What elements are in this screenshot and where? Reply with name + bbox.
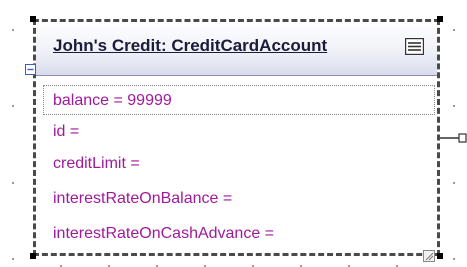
resize-grip-icon[interactable]: [423, 250, 435, 262]
selected-slot-outline: [43, 85, 435, 115]
slot-id[interactable]: id =: [53, 123, 79, 141]
slot-interest-rate-on-cash-advance[interactable]: interestRateOnCashAdvance =: [53, 225, 274, 243]
diagram-canvas: John's Credit: CreditCardAccount balance…: [0, 0, 467, 267]
connector-port-icon[interactable]: [440, 133, 467, 145]
slot-credit-limit[interactable]: creditLimit =: [53, 155, 140, 173]
selection-handle-bottom-left[interactable]: [30, 253, 36, 259]
selection-handle-top-right[interactable]: [437, 16, 443, 22]
object-header[interactable]: John's Credit: CreditCardAccount: [36, 22, 437, 76]
menu-lines-icon[interactable]: [405, 38, 424, 55]
slot-interest-rate-on-balance[interactable]: interestRateOnBalance =: [53, 190, 232, 208]
collapse-minus-icon[interactable]: [25, 64, 36, 75]
selection-handle-top-left[interactable]: [30, 16, 36, 22]
object-title[interactable]: John's Credit: CreditCardAccount: [53, 36, 327, 56]
selection-handle-bottom-right[interactable]: [437, 253, 443, 259]
uml-object-instance[interactable]: John's Credit: CreditCardAccount balance…: [33, 19, 440, 256]
